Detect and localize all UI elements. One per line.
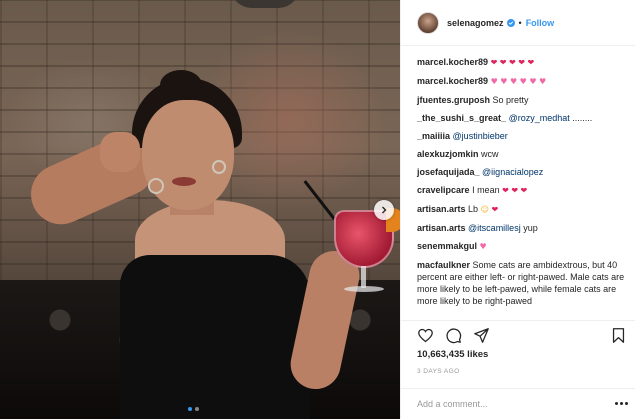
pink-heart-emoji-icon: ♥ — [479, 242, 487, 251]
username-link[interactable]: selenagomez — [447, 18, 504, 28]
comment-username[interactable]: _maiiiia — [417, 131, 450, 141]
pink-heart-emoji-icon: ♥ — [529, 77, 537, 86]
comment-item: jfuentes.gruposh So pretty — [417, 94, 626, 106]
post-side-panel: selenagomez • Follow marcel.kocher89 ❤ ❤… — [400, 0, 635, 419]
comment-text: wcw — [481, 149, 499, 159]
red-heart-emoji-icon: ❤ — [502, 186, 509, 195]
hand-at-temple — [100, 132, 140, 172]
post-photo[interactable] — [0, 0, 400, 419]
comment-item: cravelipcare I mean ❤ ❤ ❤ — [417, 184, 626, 197]
carousel-dot — [195, 407, 199, 411]
comment-username[interactable]: josefaquijada_ — [417, 167, 480, 177]
hair-bun — [160, 70, 202, 100]
comment-username[interactable]: _the_sushi_s_great_ — [417, 113, 506, 123]
comment-item: _the_sushi_s_great_ @rozy_medhat .......… — [417, 112, 626, 124]
red-heart-emoji-icon: ❤ — [518, 46, 525, 48]
carousel-indicator — [188, 407, 199, 411]
red-heart-emoji-icon: ❤ — [511, 186, 519, 195]
more-options-icon[interactable] — [615, 402, 628, 405]
comment-item: marcel.kocher89 ❤ ❤ ❤ ❤ ❤ — [417, 46, 626, 50]
like-count[interactable]: 10,663,435 likes — [417, 349, 488, 360]
comment-item: _maiiiia @justinbieber — [417, 130, 626, 142]
chevron-right-icon — [382, 206, 387, 214]
comment-item: macfaulkner Some cats are ambidextrous, … — [417, 259, 626, 307]
red-heart-emoji-icon: ❤ — [499, 58, 507, 67]
comment-item: marcel.kocher89 ❤ ❤ ❤ ❤ ❤ — [417, 56, 626, 69]
glass-stem — [361, 266, 366, 288]
like-button[interactable] — [415, 326, 435, 346]
lips — [172, 177, 196, 186]
red-heart-emoji-icon: ❤ — [518, 58, 525, 67]
hoop-earring-right — [212, 160, 226, 174]
next-photo-button[interactable] — [374, 200, 394, 220]
comment-button[interactable] — [443, 326, 463, 346]
pink-heart-emoji-icon: ♥ — [539, 77, 547, 86]
comment-mention[interactable]: @itscamillesj — [468, 223, 521, 233]
pink-heart-emoji-icon: ♥ — [519, 77, 527, 86]
comment-text: So pretty — [492, 95, 529, 105]
paper-plane-icon — [473, 328, 489, 343]
pink-heart-emoji-icon: ♥ — [490, 77, 498, 86]
header-separator: • — [518, 17, 522, 28]
comment-text: Lb — [468, 204, 479, 214]
carousel-dot-active — [188, 407, 192, 411]
red-heart-emoji-icon: ❤ — [520, 186, 528, 195]
red-heart-emoji-icon: ❤ — [509, 58, 516, 67]
save-button[interactable] — [608, 326, 628, 346]
comment-item: artisan.arts Lb ☺ ❤ — [417, 203, 626, 216]
share-button[interactable] — [471, 326, 491, 346]
red-heart-emoji-icon: ❤ — [491, 46, 498, 48]
comment-username[interactable]: senemmakgul — [417, 241, 477, 251]
heart-outline-icon — [417, 328, 433, 343]
comment-username[interactable]: marcel.kocher89 — [417, 76, 488, 86]
comment-username[interactable]: macfaulkner — [417, 260, 470, 270]
red-heart-emoji-icon: ❤ — [509, 46, 516, 48]
comment-username[interactable]: artisan.arts — [417, 204, 466, 214]
comment-text: yup — [520, 223, 538, 233]
comment-username[interactable]: artisan.arts — [417, 223, 466, 233]
red-heart-emoji-icon: ❤ — [500, 46, 507, 48]
comments-list[interactable]: marcel.kocher89 ❤ ❤ ❤ ❤ ❤ marcel.kocher8… — [401, 46, 635, 320]
comment-username[interactable]: alexkuzjomkin — [417, 149, 479, 159]
pink-heart-emoji-icon: ♥ — [509, 77, 518, 86]
red-heart-emoji-icon: ❤ — [490, 58, 498, 67]
add-comment-bar — [401, 388, 635, 419]
verified-badge-icon — [506, 18, 515, 27]
red-heart-emoji-icon: ❤ — [527, 58, 535, 67]
follow-button[interactable]: Follow — [526, 18, 555, 28]
add-comment-input[interactable] — [417, 399, 607, 409]
post-timestamp[interactable]: 3 DAYS AGO — [417, 368, 460, 375]
avatar[interactable] — [417, 11, 439, 34]
comment-username[interactable]: marcel.kocher89 — [417, 57, 488, 67]
red-heart-emoji-icon: ❤ — [527, 46, 534, 48]
comment-item: marcel.kocher89 ♥ ♥ ♥ ♥ ♥ ♥ — [417, 75, 626, 88]
bookmark-icon — [612, 328, 624, 343]
comment-username[interactable]: cravelipcare — [417, 185, 470, 195]
comment-username[interactable]: marcel.kocher89 — [417, 46, 488, 48]
comment-mention[interactable]: @rozy_medhat — [509, 113, 570, 123]
post-header: selenagomez • Follow — [401, 0, 635, 46]
comment-username[interactable]: jfuentes.gruposh — [417, 95, 490, 105]
red-heart-emoji-icon: ❤ — [491, 205, 499, 214]
comment-mention[interactable]: @justinbieber — [453, 131, 508, 141]
comment-text: ........ — [569, 113, 593, 123]
black-dress — [120, 255, 310, 419]
comment-item: senemmakgul ♥ — [417, 240, 626, 253]
post-actions-bar — [401, 320, 635, 350]
comment-mention[interactable]: @iignacialopez — [482, 167, 543, 177]
comment-item: josefaquijada_ @iignacialopez — [417, 166, 626, 178]
comment-item: artisan.arts @itscamillesj yup — [417, 222, 626, 234]
smiling-face-emoji-icon: ☺ — [480, 205, 489, 214]
comment-text: I mean — [472, 185, 500, 195]
speech-bubble-icon — [445, 328, 461, 344]
comment-item: alexkuzjomkin wcw — [417, 148, 626, 160]
hoop-earring-left — [148, 178, 164, 194]
pink-heart-emoji-icon: ♥ — [500, 77, 508, 86]
glass-foot — [344, 286, 384, 292]
